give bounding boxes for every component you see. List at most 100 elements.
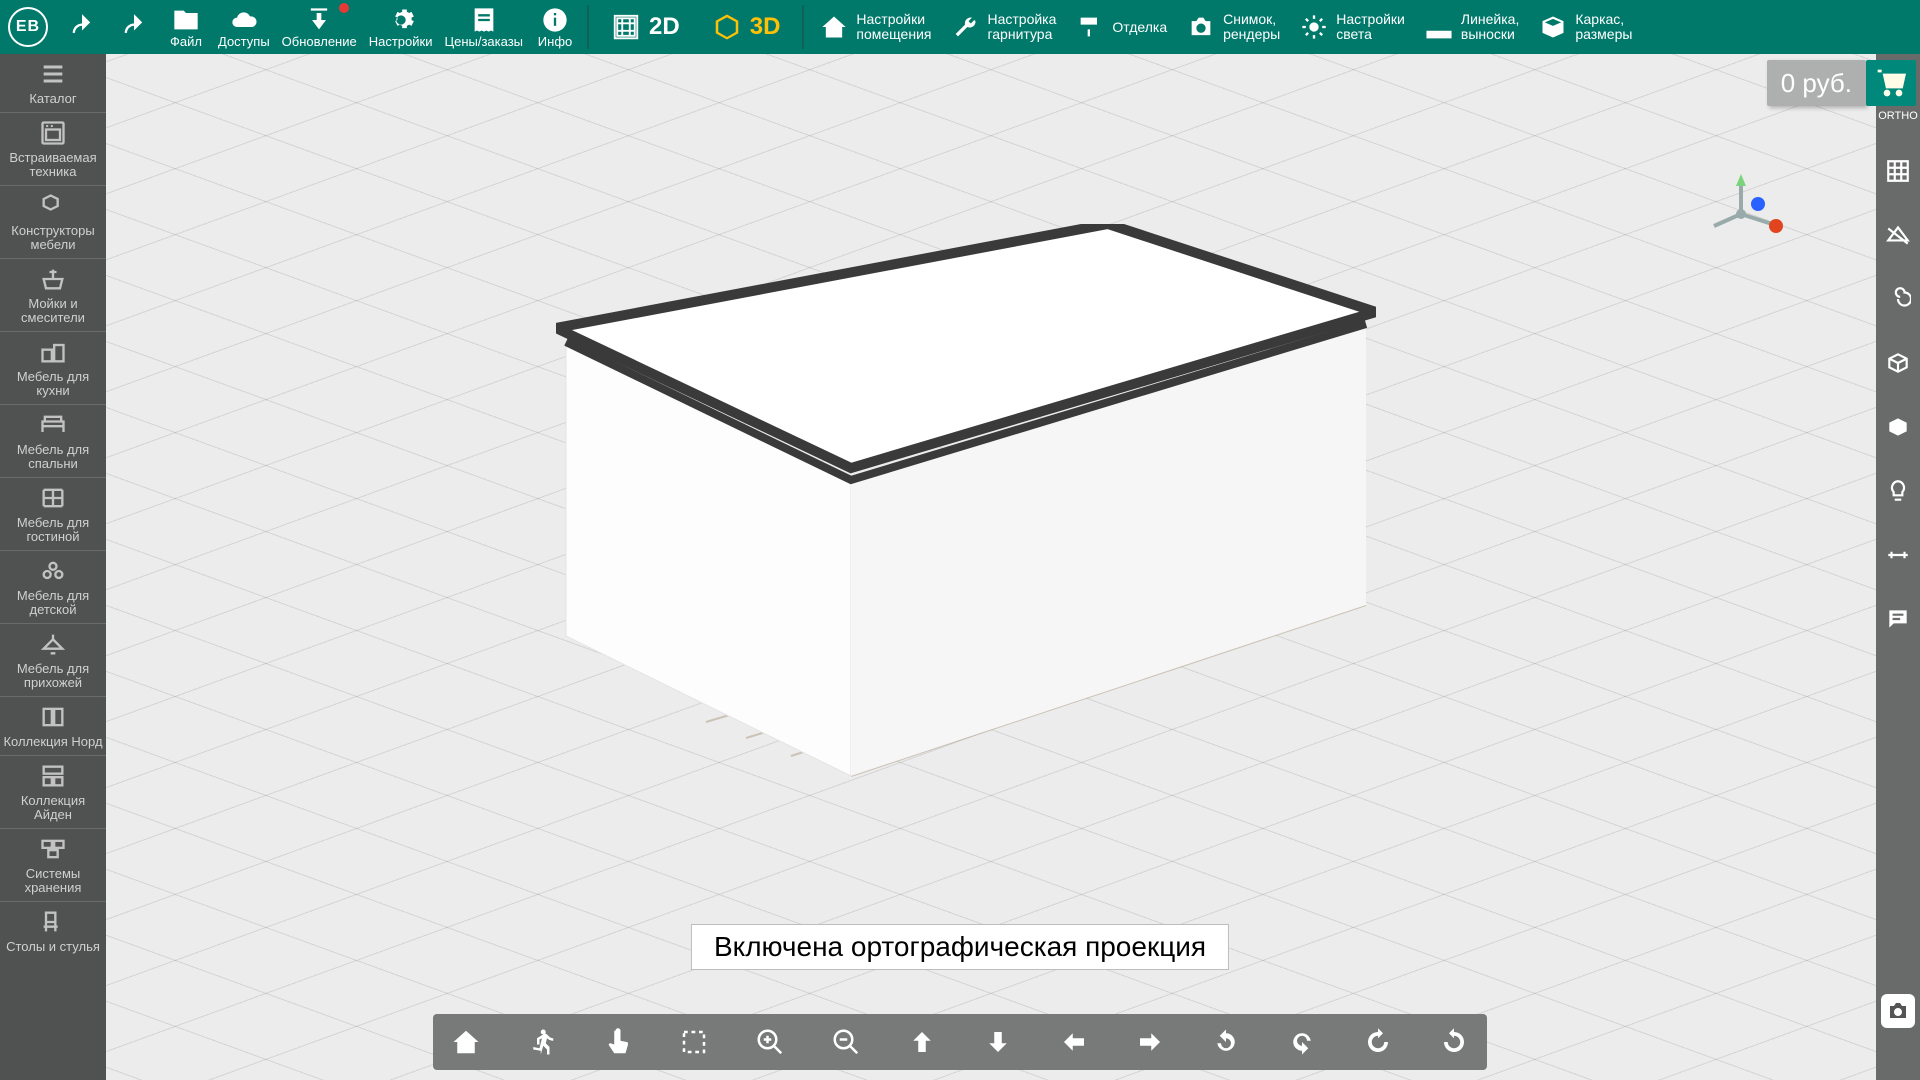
grid-icon [1885,158,1911,184]
finish-label: Отделка [1112,20,1167,35]
pan-down-button[interactable] [981,1025,1015,1059]
cubewire-icon [1885,350,1911,376]
home-icon [451,1027,481,1057]
camera-small-icon [1886,999,1910,1023]
mode-3d-button[interactable]: 3D [696,12,797,42]
light-settings-button[interactable]: Настройки света [1290,0,1415,54]
plane-toggle[interactable] [1883,220,1913,250]
prices-button[interactable]: Цены/заказы [438,0,529,54]
collection-icon [36,703,70,731]
access-button[interactable]: Доступы [212,0,276,54]
sidebar-item-tables[interactable]: Столы и стулья [0,902,106,960]
camera-icon [1187,13,1215,41]
receipt-icon [470,6,498,34]
list-icon [36,60,70,88]
light-toggle[interactable] [1883,476,1913,506]
sidebar-item-constructors[interactable]: Конструкторы мебели [0,186,106,259]
separator [587,5,589,49]
update-button[interactable]: Обновление [276,0,363,54]
info-label: Инфо [538,35,572,49]
sidebar-item-nord[interactable]: Коллекция Норд [0,697,106,756]
sidebar-item-aiden[interactable]: Коллекция Айден [0,756,106,829]
zoom-out-button[interactable] [829,1025,863,1059]
redo-button[interactable] [108,0,160,54]
collection2-icon [36,762,70,790]
update-label: Обновление [282,35,357,49]
snapshot-label: Снимок, рендеры [1223,12,1280,42]
cart-button[interactable] [1866,60,1916,106]
ruler-label: Линейка, выноски [1461,12,1519,42]
price-value: 0 руб. [1781,68,1852,99]
info-button[interactable]: Инфо [529,0,581,54]
sidebar-item-kids[interactable]: Мебель для детской [0,551,106,624]
price-display: 0 руб. [1767,60,1866,106]
home-view-button[interactable] [449,1025,483,1059]
wireframe-label: Каркас, размеры [1575,12,1632,42]
room-settings-button[interactable]: Настройки помещения [810,0,941,54]
ruler-button[interactable]: Линейка, выноски [1415,0,1529,54]
top-toolbar: EB Файл Доступы Обновление Настройки Цен… [0,0,1920,54]
dimension-toggle[interactable] [1883,540,1913,570]
sidebar-item-hall[interactable]: Мебель для прихожей [0,624,106,697]
sidebar-item-living[interactable]: Мебель для гостиной [0,478,106,551]
pan-right-button[interactable] [1133,1025,1167,1059]
sidebar-item-bedroom[interactable]: Мебель для спальни [0,405,106,478]
zoom-in-button[interactable] [753,1025,787,1059]
undo-icon [68,13,96,41]
rotate-ccw-button[interactable] [1209,1025,1243,1059]
grid-toggle[interactable] [1883,156,1913,186]
mode-2d-label: 2D [649,13,680,41]
arrow-right-icon [1135,1027,1165,1057]
pan-up-button[interactable] [905,1025,939,1059]
mode-2d-button[interactable]: 2D [595,12,696,42]
solid-toggle[interactable] [1883,412,1913,442]
snapshot-button[interactable]: Снимок, рендеры [1177,0,1290,54]
snap-toggle[interactable] [1883,284,1913,314]
select-button[interactable] [677,1025,711,1059]
walk-button[interactable] [525,1025,559,1059]
furniture-settings-button[interactable]: Настройка гарнитура [941,0,1066,54]
app-logo[interactable]: EB [8,7,48,47]
house-icon [820,13,848,41]
sidebar-item-sinks[interactable]: Мойки и смесители [0,259,106,332]
rotate-cw-icon [1287,1027,1317,1057]
file-button[interactable]: Файл [160,0,212,54]
comments-toggle[interactable] [1883,604,1913,634]
info-icon [541,6,569,34]
zoom-out-icon [831,1027,861,1057]
furniture-settings-label: Настройка гарнитура [987,12,1056,42]
wireframe-button[interactable]: Каркас, размеры [1529,0,1642,54]
arrow-down-icon [983,1027,1013,1057]
tilt-cw-icon [1439,1027,1469,1057]
prices-label: Цены/заказы [444,35,523,49]
box-toggle[interactable] [1883,348,1913,378]
bulb-icon [1885,478,1911,504]
sidebar-item-appliances[interactable]: Встраиваемая техника [0,113,106,186]
sidebar-item-kitchen[interactable]: Мебель для кухни [0,332,106,405]
touch-button[interactable] [601,1025,635,1059]
light-settings-label: Настройки света [1336,12,1405,42]
rotate-cw-button[interactable] [1285,1025,1319,1059]
cube3d-icon [712,12,742,42]
finish-button[interactable]: Отделка [1066,0,1177,54]
tilt-cw-button[interactable] [1437,1025,1471,1059]
walk-icon [527,1027,557,1057]
room-model [556,224,1376,814]
box-icon [1539,13,1567,41]
camera-fab[interactable] [1881,994,1915,1028]
axis-gizmo[interactable] [1706,174,1786,244]
settings-button[interactable]: Настройки [363,0,439,54]
tilt-ccw-button[interactable] [1361,1025,1395,1059]
tilt-ccw-icon [1363,1027,1393,1057]
pan-left-button[interactable] [1057,1025,1091,1059]
arrow-left-icon [1059,1027,1089,1057]
undo-button[interactable] [56,0,108,54]
hanger-icon [36,630,70,658]
cubesolid-icon [1885,414,1911,440]
sidebar-item-catalog[interactable]: Каталог [0,54,106,113]
oven-icon [36,119,70,147]
access-label: Доступы [218,35,270,49]
wrench-icon [951,13,979,41]
arrow-up-icon [907,1027,937,1057]
sidebar-item-storage[interactable]: Системы хранения [0,829,106,902]
